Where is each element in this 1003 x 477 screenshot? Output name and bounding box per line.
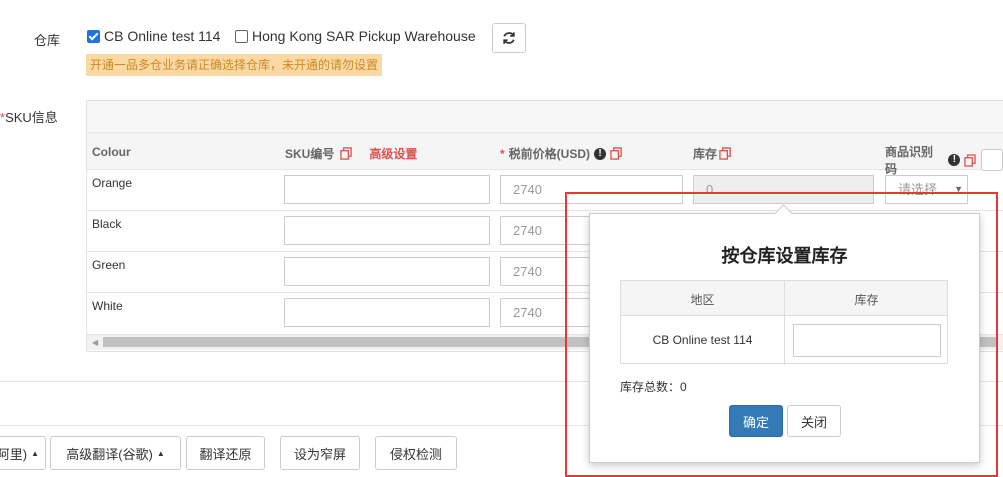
required-star: * <box>500 146 505 161</box>
warehouse-checkbox-hk[interactable] <box>235 29 248 43</box>
advanced-translate-button[interactable]: 高级翻译(谷歌) ▲ <box>50 436 181 470</box>
caret-up-icon: ▲ <box>31 448 39 458</box>
warehouse-warning: 开通一品多仓业务请正确选择仓库，未开通的请勿设置 <box>86 54 383 76</box>
info-icon[interactable]: ! <box>948 154 961 166</box>
row-colour: Orange <box>92 176 133 190</box>
info-icon[interactable]: ! <box>594 147 607 160</box>
grid-toolbar <box>87 101 1003 133</box>
col-product-id: 商品识别码 ! <box>885 143 1003 177</box>
warehouse-checkbox-cb[interactable] <box>87 29 100 43</box>
caret-up-icon: ▲ <box>156 448 165 458</box>
popover-row-region: CB Online test 114 <box>652 333 753 347</box>
popover-total-value: 0 <box>680 380 687 394</box>
sku-code-input[interactable] <box>284 175 490 204</box>
copy-icon[interactable] <box>719 147 732 160</box>
popover-table: 地区 库存 CB Online test 114 <box>620 280 948 365</box>
infringement-check-button[interactable]: 侵权检测 <box>375 436 457 470</box>
close-button[interactable]: 关闭 <box>787 405 841 437</box>
col-sku-code: SKU编号 高级设置 <box>285 145 417 162</box>
confirm-button[interactable]: 确定 <box>729 405 783 437</box>
restore-translation-button[interactable]: 翻译还原 <box>186 436 265 470</box>
copy-icon[interactable] <box>610 147 623 160</box>
refresh-icon <box>503 32 515 44</box>
popover-total: 库存总数：0 <box>620 378 687 395</box>
copy-icon[interactable] <box>964 153 977 167</box>
popover-stock-input[interactable] <box>793 324 941 357</box>
row-colour: Green <box>92 258 126 272</box>
copy-icon[interactable] <box>340 147 353 160</box>
popover-col-region: 地区 <box>690 293 715 307</box>
warehouse-label: 仓库 <box>34 33 61 48</box>
scroll-left-icon[interactable]: ◀ <box>92 338 98 347</box>
translate-partial-button[interactable]: 阿里) ▲ <box>0 436 46 470</box>
row-colour: White <box>92 299 123 313</box>
sku-code-input[interactable] <box>284 298 490 327</box>
col-stock: 库存 <box>693 145 732 162</box>
col-product-id-label: 商品识别码 <box>885 145 934 176</box>
col-colour: Colour <box>92 145 131 159</box>
col-stock-label: 库存 <box>693 147 718 161</box>
stock-by-warehouse-popover: 按仓库设置库存 地区 库存 CB Online test 114 库存总数：0 … <box>589 204 980 463</box>
warehouse-option-hk[interactable]: Hong Kong SAR Pickup Warehouse <box>235 28 476 44</box>
col-price-label: 税前价格(USD) <box>508 147 591 161</box>
warehouse-option-label: Hong Kong SAR Pickup Warehouse <box>252 28 476 44</box>
refresh-button[interactable] <box>492 23 526 53</box>
sku-code-input[interactable] <box>284 257 490 286</box>
col-price: * 税前价格(USD) ! <box>500 145 623 162</box>
sku-label-text: SKU信息 <box>5 110 58 125</box>
narrow-screen-button[interactable]: 设为窄屏 <box>280 436 360 470</box>
advanced-translate-label: 高级翻译(谷歌) <box>66 446 153 462</box>
warehouse-option-label: CB Online test 114 <box>104 28 221 44</box>
popover-col-stock: 库存 <box>854 293 879 307</box>
product-id-batch-select[interactable] <box>981 149 1003 171</box>
popover-title: 按仓库设置库存 <box>721 246 848 266</box>
col-sku-code-label: SKU编号 <box>285 147 335 161</box>
translate-partial-label: 阿里) <box>0 446 28 462</box>
sku-code-input[interactable] <box>284 216 490 245</box>
sku-label: *SKU信息 <box>0 107 58 126</box>
warehouse-option-cb[interactable]: CB Online test 114 <box>87 28 220 44</box>
popover-total-label: 库存总数： <box>620 380 681 394</box>
advanced-settings-link[interactable]: 高级设置 <box>369 145 417 162</box>
row-colour: Black <box>92 217 122 231</box>
